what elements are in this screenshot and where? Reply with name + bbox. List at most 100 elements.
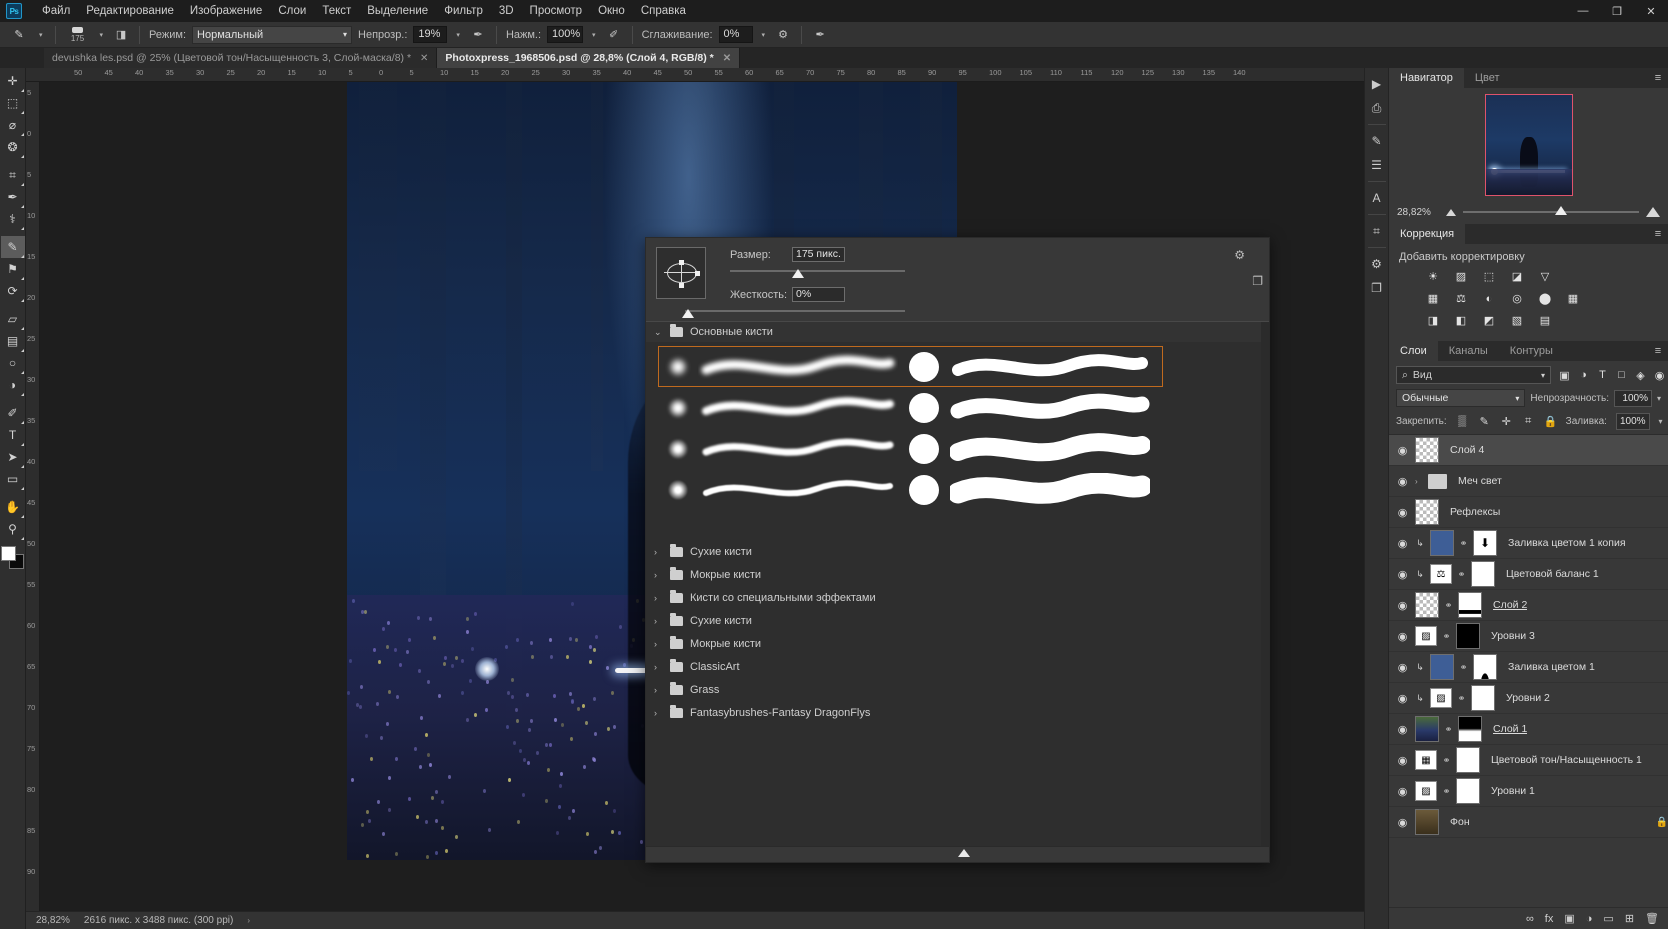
brush-preset-list[interactable]: ⌄ Основные кисти › Сухие кисти › Мокрые кис…: [646, 321, 1269, 846]
menu-item-7[interactable]: 3D: [491, 2, 522, 20]
hand-tool[interactable]: ✋: [1, 496, 25, 518]
layer-fill-input[interactable]: 100%: [1616, 413, 1650, 430]
layer-mask-thumbnail[interactable]: [1473, 654, 1497, 680]
history-brush-tool[interactable]: ⟳: [1, 280, 25, 302]
layer-row[interactable]: ◉ ⚭ Слой 2: [1389, 590, 1668, 621]
zoom-out-icon[interactable]: [1446, 209, 1456, 216]
actions-icon[interactable]: ⎙: [1366, 96, 1388, 120]
layer-visibility-eye-icon[interactable]: ◉: [1395, 723, 1410, 736]
brush-folder-3[interactable]: › Сухие кисти: [646, 609, 1269, 632]
brush-preset-row[interactable]: [658, 469, 1163, 510]
brush-folder-4[interactable]: › Мокрые кисти: [646, 632, 1269, 655]
menu-item-4[interactable]: Текст: [314, 2, 359, 20]
brush-group-basic[interactable]: ⌄ Основные кисти: [646, 322, 1269, 342]
layer-mask-thumbnail[interactable]: [1471, 561, 1495, 587]
layer-name[interactable]: Цветовой баланс 1: [1506, 568, 1599, 580]
status-chevron-icon[interactable]: ›: [247, 916, 250, 925]
status-zoom[interactable]: 28,82%: [36, 915, 70, 926]
menu-item-1[interactable]: Редактирование: [78, 2, 182, 20]
brush-preset-picker[interactable]: 175: [65, 26, 91, 43]
filter-shape-icon[interactable]: □: [1613, 367, 1630, 384]
layer-row[interactable]: ◉ ▨ ⚭ Уровни 1: [1389, 776, 1668, 807]
brush-size-input[interactable]: 175 пикс.: [792, 247, 845, 262]
layer-mask-thumbnail[interactable]: [1458, 592, 1482, 618]
layer-name[interactable]: Меч свет: [1458, 475, 1502, 487]
chevron-down-icon[interactable]: ⌄: [654, 327, 663, 338]
layer-visibility-eye-icon[interactable]: ◉: [1395, 475, 1410, 488]
curves-icon[interactable]: ⬚: [1481, 269, 1497, 284]
play-icon[interactable]: ▶: [1366, 72, 1388, 96]
zoom-tool[interactable]: ⚲: [1, 518, 25, 540]
color-balance-icon[interactable]: ⚖: [1453, 291, 1469, 306]
filter-adjustment-icon[interactable]: ◑: [1575, 367, 1592, 384]
chevron-right-icon[interactable]: ›: [654, 685, 663, 695]
mask-link-icon[interactable]: ⚭: [1457, 693, 1466, 704]
adjust-sliders-icon[interactable]: ☰: [1366, 153, 1388, 177]
pen-tool[interactable]: ✐: [1, 402, 25, 424]
dodge-tool[interactable]: ◑: [1, 374, 25, 396]
threshold-icon[interactable]: ◩: [1481, 313, 1497, 328]
chevron-right-icon[interactable]: ›: [654, 708, 663, 718]
brush-preset-row[interactable]: [658, 346, 1163, 387]
layer-visibility-eye-icon[interactable]: ◉: [1395, 692, 1410, 705]
document-tab-1[interactable]: devushka les.psd @ 25% (Цветовой тон/Нас…: [44, 48, 437, 68]
new-layer-icon[interactable]: ❐: [1366, 276, 1388, 300]
brush-hardness-slider[interactable]: [730, 305, 905, 321]
layer-style-icon[interactable]: fx: [1545, 913, 1554, 925]
settings-icon[interactable]: ⚙: [1366, 252, 1388, 276]
close-icon[interactable]: ✕: [723, 53, 731, 64]
levels-icon[interactable]: ▨: [1453, 269, 1469, 284]
layer-name[interactable]: Слой 2: [1493, 599, 1527, 611]
chevron-right-icon[interactable]: ›: [654, 593, 663, 603]
navigator-thumbnail[interactable]: [1485, 94, 1573, 196]
shape-tool[interactable]: ▭: [1, 468, 25, 490]
posterize-icon[interactable]: ◧: [1453, 313, 1469, 328]
brush-preset-picker-panel[interactable]: Размер: 175 пикс. Жесткость: 0% ⚙ ❐ ⌄ Ос…: [645, 237, 1270, 863]
gradient-map-icon[interactable]: ▧: [1509, 313, 1525, 328]
layer-row[interactable]: ◉ Слой 4: [1389, 435, 1668, 466]
document-tab-2[interactable]: Photoxpress_1968506.psd @ 28,8% (Слой 4,…: [437, 48, 740, 68]
brush-size-slider[interactable]: [730, 265, 905, 281]
brush-folder-2[interactable]: › Кисти со специальными эффектами: [646, 586, 1269, 609]
layer-name[interactable]: Уровни 1: [1491, 785, 1535, 797]
smoothing-options-gear-icon[interactable]: ⚙: [774, 26, 792, 44]
delete-layer-icon[interactable]: 🗑: [1645, 912, 1659, 925]
chevron-right-icon[interactable]: ›: [1415, 477, 1423, 486]
menu-item-2[interactable]: Изображение: [182, 2, 270, 20]
mask-link-icon[interactable]: ⚭: [1442, 786, 1451, 797]
chevron-down-icon[interactable]: ▾: [1659, 417, 1663, 426]
mask-link-icon[interactable]: ⚭: [1444, 724, 1453, 735]
layer-name[interactable]: Рефлексы: [1450, 506, 1500, 518]
move-tool[interactable]: ✛: [1, 70, 25, 92]
chevron-right-icon[interactable]: ›: [654, 639, 663, 649]
black-white-icon[interactable]: ◐: [1481, 291, 1497, 306]
link-layers-icon[interactable]: ∞: [1526, 913, 1534, 925]
layer-row[interactable]: ◉ ↳ ▨ ⚭ Уровни 2: [1389, 683, 1668, 714]
tab-adjustments[interactable]: Коррекция: [1389, 224, 1465, 244]
menu-item-0[interactable]: Файл: [34, 2, 78, 20]
color-swatches[interactable]: [1, 546, 25, 570]
layer-opacity-input[interactable]: 100%: [1614, 390, 1652, 407]
zoom-in-icon[interactable]: [1646, 207, 1660, 217]
tab-layers[interactable]: Слои: [1389, 341, 1438, 361]
tab-color[interactable]: Цвет: [1464, 68, 1511, 88]
clone-stamp-tool[interactable]: ⚑: [1, 258, 25, 280]
brush-settings-icon[interactable]: ✎: [1366, 129, 1388, 153]
chevron-right-icon[interactable]: ›: [654, 570, 663, 580]
layer-row[interactable]: ◉ Рефлексы: [1389, 497, 1668, 528]
layer-name[interactable]: Заливка цветом 1: [1508, 661, 1595, 673]
add-mask-icon[interactable]: ▣: [1564, 912, 1574, 925]
brush-settings-panel-icon[interactable]: ◨: [112, 26, 130, 44]
navigator-zoom-slider[interactable]: [1463, 211, 1639, 213]
new-layer-icon[interactable]: ⊞: [1625, 912, 1634, 925]
selective-color-icon[interactable]: ▤: [1537, 313, 1553, 328]
mask-link-icon[interactable]: ⚭: [1459, 662, 1468, 673]
tab-navigator[interactable]: Навигатор: [1389, 68, 1464, 88]
filter-type-icon[interactable]: T: [1594, 367, 1611, 384]
layer-visibility-eye-icon[interactable]: ◉: [1395, 630, 1410, 643]
lock-transparent-icon[interactable]: ▒: [1456, 415, 1469, 428]
hue-saturation-icon[interactable]: ▦: [1425, 291, 1441, 306]
invert-icon[interactable]: ◨: [1425, 313, 1441, 328]
brush-panel-resize-footer[interactable]: [646, 846, 1269, 862]
menu-item-9[interactable]: Окно: [590, 2, 633, 20]
